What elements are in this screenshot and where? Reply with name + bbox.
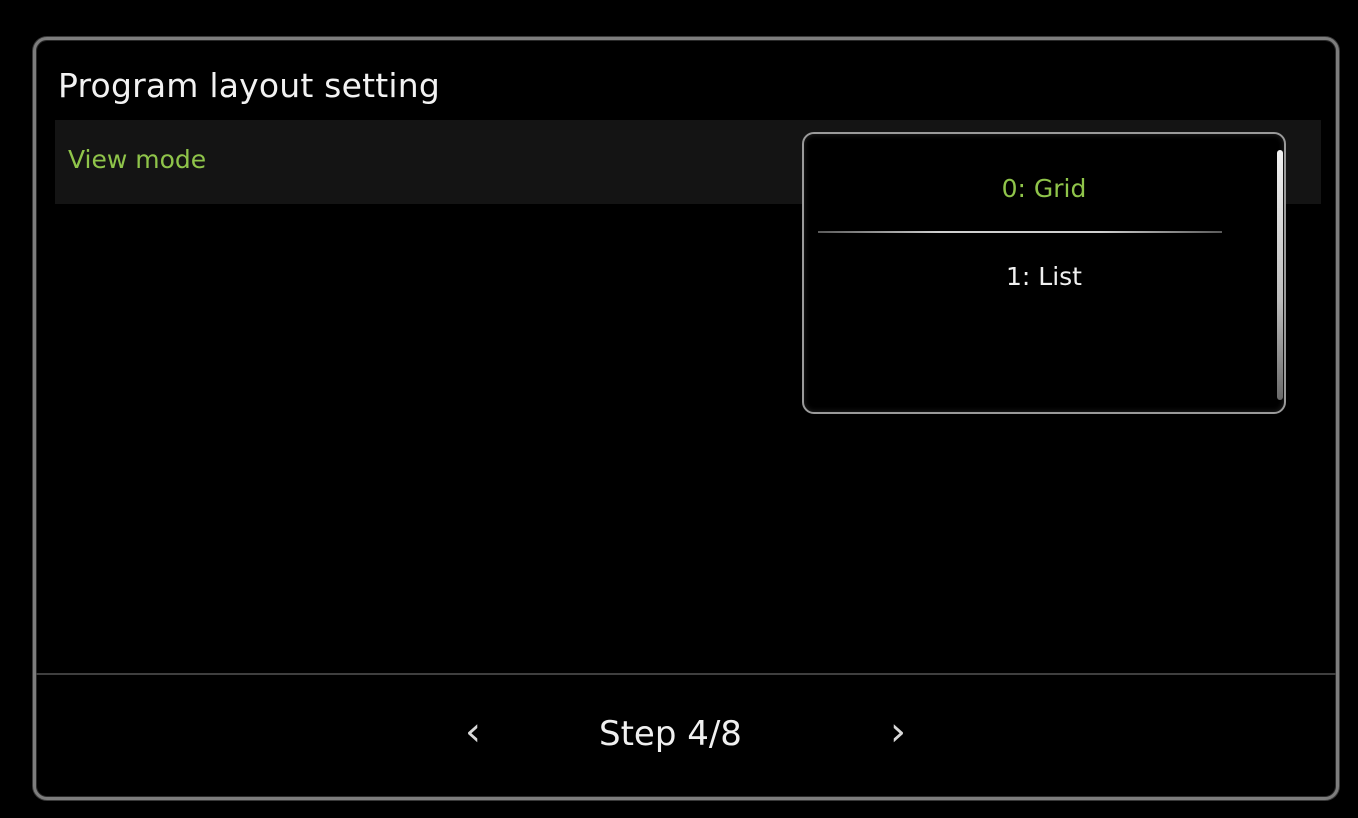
chevron-right-icon[interactable]: › — [890, 712, 906, 752]
option-divider — [818, 231, 1222, 233]
step-indicator: Step 4/8 — [599, 714, 742, 754]
footer-divider — [36, 673, 1336, 675]
option-grid[interactable]: 0: Grid — [802, 174, 1286, 203]
screen: Program layout setting View mode 0: Grid… — [0, 0, 1358, 818]
chevron-left-icon[interactable]: ‹ — [465, 712, 481, 752]
setting-label-view-mode: View mode — [68, 145, 207, 174]
page-title: Program layout setting — [58, 66, 440, 105]
option-list[interactable]: 1: List — [802, 262, 1286, 291]
